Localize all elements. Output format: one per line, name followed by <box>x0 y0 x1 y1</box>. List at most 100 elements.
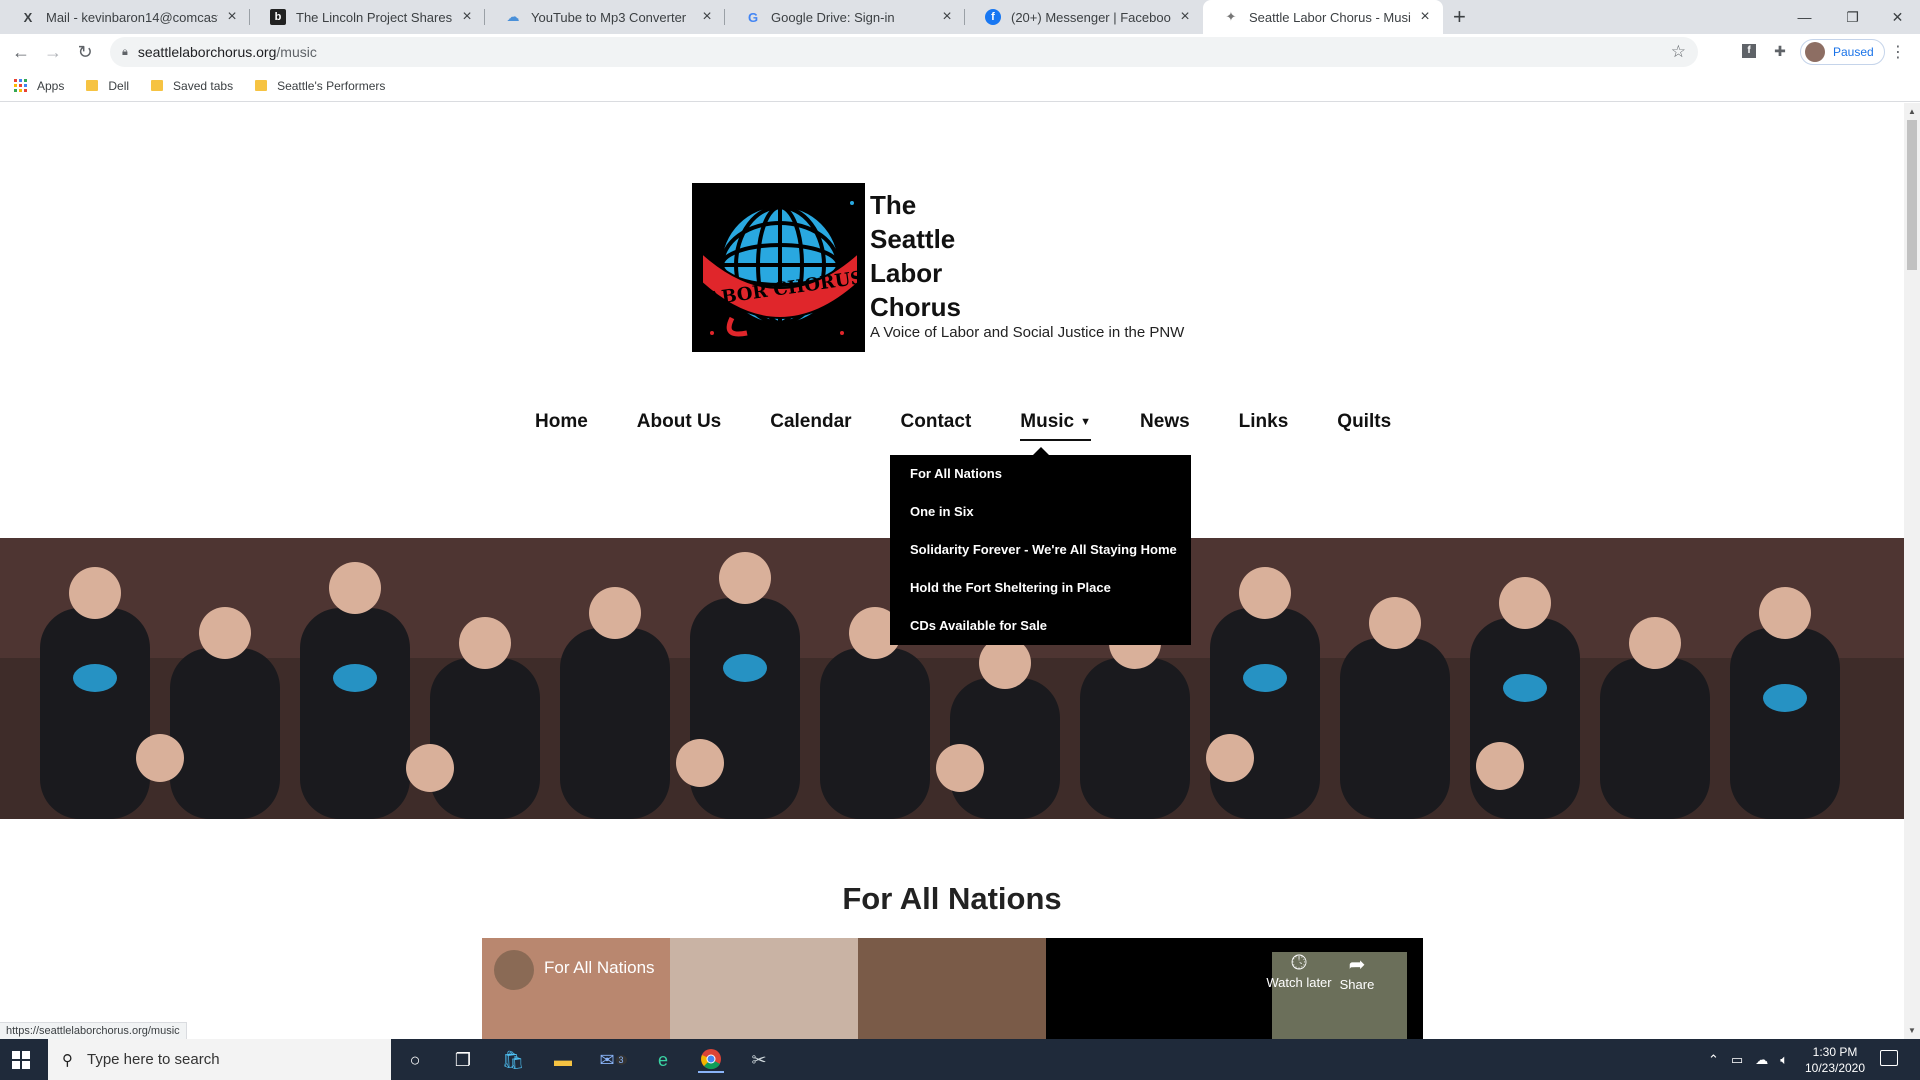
bookmark-saved-tabs[interactable]: Saved tabs <box>151 79 233 93</box>
task-view-icon[interactable]: ❐ <box>450 1047 476 1073</box>
close-icon[interactable]: × <box>459 8 475 26</box>
window-close-button[interactable]: ✕ <box>1870 0 1920 34</box>
page-viewport: LABOR CHORUS The Seattle Labor Chorus A … <box>0 103 1904 1039</box>
share-button[interactable]: ➦ Share <box>1322 952 1392 992</box>
cortana-icon[interactable]: ○ <box>402 1047 428 1073</box>
google-icon: G <box>747 9 759 25</box>
scrollbar-thumb[interactable] <box>1907 120 1917 270</box>
bird-icon: ✦ <box>1225 9 1237 24</box>
new-tab-button[interactable]: + <box>1453 4 1466 30</box>
tab-title: Google Drive: Sign-in <box>771 9 895 25</box>
clock-time: 1:30 PM <box>1812 1045 1858 1059</box>
network-icon[interactable]: ▭ <box>1731 1052 1743 1068</box>
nav-music[interactable]: Music ▼ <box>1020 411 1092 441</box>
minimize-button[interactable]: — <box>1777 0 1832 34</box>
main-navigation: Home About Us Calendar Contact Music ▼ Ne… <box>535 411 1440 441</box>
folder-icon <box>255 80 268 91</box>
profile-status: Paused <box>1833 45 1874 59</box>
forward-button[interactable]: → <box>41 40 65 64</box>
menu-kebab-icon[interactable]: ⋮ <box>1890 42 1906 62</box>
caret-down-icon: ▼ <box>1080 416 1092 428</box>
bookmark-dell[interactable]: Dell <box>86 79 129 93</box>
scroll-down-icon[interactable]: ▼ <box>1908 1026 1916 1035</box>
dropdown-item-hold-the-fort[interactable]: Hold the Fort Sheltering in Place <box>910 577 1191 615</box>
onedrive-cloud-icon[interactable]: ☁ <box>1755 1052 1768 1068</box>
nav-news[interactable]: News <box>1140 411 1190 441</box>
mail-icon[interactable]: ✉ 3 <box>599 1047 627 1073</box>
nav-calendar[interactable]: Calendar <box>770 411 851 441</box>
reload-button[interactable]: ↻ <box>73 40 97 64</box>
bookmark-label: Seattle's Performers <box>277 78 386 93</box>
snipping-tool-icon[interactable]: ✂ <box>746 1047 772 1073</box>
share-label: Share <box>1339 977 1375 992</box>
bookmark-apps[interactable]: Apps <box>14 79 64 93</box>
taskbar-search-box[interactable]: ⚲ Type here to search <box>48 1039 391 1080</box>
chrome-icon[interactable] <box>698 1047 724 1073</box>
chevron-up-icon[interactable]: ⌃ <box>1708 1052 1719 1068</box>
file-explorer-icon[interactable]: ▬ <box>550 1047 576 1073</box>
volume-icon[interactable]: 🔈︎ <box>1780 1052 1788 1068</box>
taskbar-clock[interactable]: 1:30 PM 10/23/2020 <box>1795 1044 1875 1076</box>
nav-about-us[interactable]: About Us <box>637 411 721 441</box>
avatar <box>1805 42 1825 62</box>
dropdown-item-cds-for-sale[interactable]: CDs Available for Sale <box>910 615 1191 653</box>
nav-quilts[interactable]: Quilts <box>1337 411 1391 441</box>
share-arrow-icon: ➦ <box>1348 954 1366 976</box>
close-icon[interactable]: × <box>939 8 955 26</box>
close-icon[interactable]: × <box>1177 8 1193 26</box>
tab-mail[interactable]: X Mail - kevinbaron14@comcast.net × <box>0 0 250 34</box>
extension-f-icon[interactable]: f <box>1740 42 1758 60</box>
site-title-line: Labor <box>870 258 943 288</box>
nav-contact[interactable]: Contact <box>901 411 972 441</box>
x-mail-icon: X <box>23 9 33 25</box>
close-icon[interactable]: × <box>1417 8 1433 26</box>
section-heading: For All Nations <box>842 881 1062 916</box>
address-bar[interactable]: 🔒︎ seattlelaborchorus.org/music ☆ <box>110 37 1698 67</box>
notification-icon[interactable] <box>1880 1050 1898 1066</box>
tab-title: Mail - kevinbaron14@comcast.net <box>46 9 218 25</box>
site-tagline: A Voice of Labor and Social Justice in t… <box>870 324 1185 341</box>
address-domain: seattlelaborchorus.org <box>137 44 277 60</box>
folder-icon <box>86 80 99 91</box>
b-icon: b <box>270 9 286 25</box>
facebook-icon: f <box>985 9 1001 25</box>
scroll-up-icon[interactable]: ▲ <box>1908 107 1916 116</box>
profile-button[interactable]: Paused <box>1800 39 1885 65</box>
windows-start-icon[interactable] <box>12 1051 30 1069</box>
tab-google-drive[interactable]: G Google Drive: Sign-in × <box>725 0 965 34</box>
bookmark-label: Saved tabs <box>173 78 234 93</box>
browser-toolbar: ← → ↻ 🔒︎ seattlelaborchorus.org/music ☆ … <box>0 34 1920 70</box>
nav-links[interactable]: Links <box>1239 411 1289 441</box>
tab-seattle-labor-chorus[interactable]: ✦ Seattle Labor Chorus - Music × <box>1203 0 1443 34</box>
site-title[interactable]: The Seattle Labor Chorus <box>870 188 1020 324</box>
tab-messenger[interactable]: f (20+) Messenger | Facebook × <box>965 0 1203 34</box>
mail-badge: 3 <box>615 1055 627 1065</box>
tab-youtube-mp3[interactable]: ☁ YouTube to Mp3 Converter × <box>485 0 725 34</box>
close-icon[interactable]: × <box>699 8 715 26</box>
apps-grid-icon <box>14 79 27 92</box>
channel-avatar[interactable] <box>494 950 534 990</box>
folder-icon <box>151 80 164 91</box>
nav-home[interactable]: Home <box>535 411 588 441</box>
clock-date: 10/23/2020 <box>1804 1061 1866 1075</box>
site-logo[interactable]: LABOR CHORUS <box>692 183 865 352</box>
store-icon[interactable]: 🛍︎ <box>500 1047 526 1073</box>
back-button[interactable]: ← <box>9 40 33 64</box>
youtube-video-embed[interactable]: For All Nations 🕓︎ Watch later ➦ Share <box>482 938 1423 1039</box>
system-tray: ⌃ ▭ ☁ 🔈︎ <box>1708 1039 1788 1080</box>
tab-lincoln-project[interactable]: b The Lincoln Project Shares Power × <box>250 0 485 34</box>
dropdown-item-for-all-nations[interactable]: For All Nations <box>910 463 1191 501</box>
browser-tab-strip: X Mail - kevinbaron14@comcast.net × b Th… <box>0 0 1920 34</box>
bookmark-star-icon[interactable]: ☆ <box>1671 42 1686 62</box>
extensions-puzzle-icon[interactable]: ✚ <box>1771 42 1789 60</box>
search-icon: ⚲ <box>62 1051 73 1069</box>
video-title[interactable]: For All Nations <box>544 958 655 978</box>
dropdown-item-solidarity-forever[interactable]: Solidarity Forever - We're All Staying H… <box>910 539 1191 577</box>
nav-music-label: Music <box>1020 411 1075 432</box>
close-icon[interactable]: × <box>224 8 240 26</box>
bookmark-seattles-performers[interactable]: Seattle's Performers <box>255 79 385 93</box>
edge-icon[interactable]: e <box>650 1047 676 1073</box>
page-scrollbar[interactable]: ▲ ▼ <box>1904 103 1920 1039</box>
bookmark-label: Dell <box>108 78 130 93</box>
dropdown-item-one-in-six[interactable]: One in Six <box>910 501 1191 539</box>
